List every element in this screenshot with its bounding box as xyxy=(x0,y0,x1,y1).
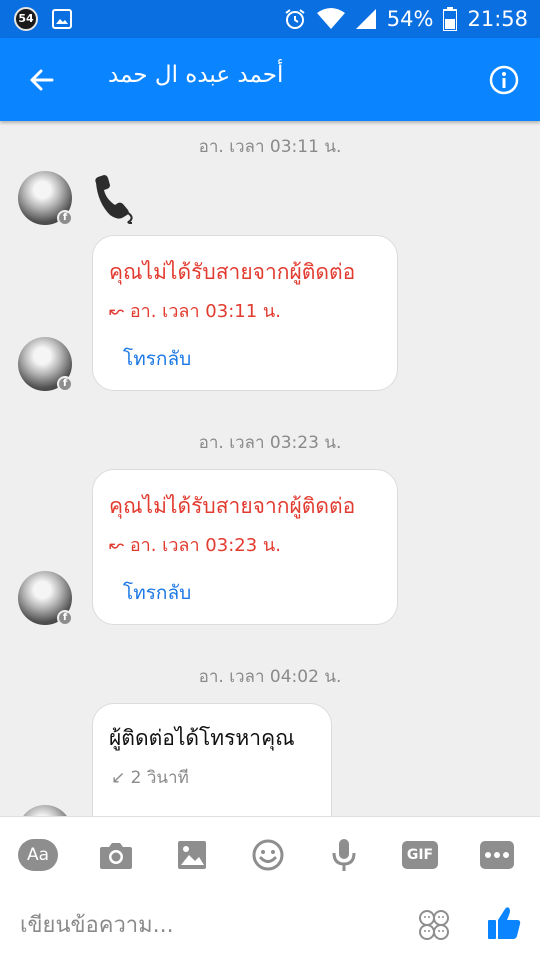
missed-call-title: คุณไม่ได้รับสายจากผู้ติดต่อ xyxy=(109,494,356,518)
timestamp-divider: อา. เวลา 04:02 น. xyxy=(198,667,342,687)
notification-badge: 54 xyxy=(14,7,38,31)
text-format-button[interactable]: Aa xyxy=(18,839,58,871)
incoming-call-title: ผู้ติดต่อได้โทรหาคุณ xyxy=(109,726,295,750)
missed-call-time: อา. เวลา 03:23 น. xyxy=(129,535,281,556)
microphone-icon[interactable] xyxy=(324,837,364,873)
avatar[interactable]: f xyxy=(18,337,73,392)
info-icon[interactable] xyxy=(488,64,520,96)
incoming-arrow-icon: ↙ xyxy=(111,768,131,788)
call-duration-row: ↙ 2 วินาที xyxy=(111,764,189,791)
status-bar: 54 54% 21:58 xyxy=(0,0,540,38)
clock: 21:58 xyxy=(467,7,528,31)
conversation-header: أحمد عبده ال حمد xyxy=(0,38,540,121)
missed-call-bubble[interactable]: คุณไม่ได้รับสายจากผู้ติดต่อ ↜ อา. เวลา 0… xyxy=(92,235,398,391)
incoming-call-bubble[interactable]: ผู้ติดต่อได้โทรหาคุณ ↙ 2 วินาที xyxy=(92,703,332,816)
facebook-badge-icon: f xyxy=(57,610,73,626)
missed-call-arrow-icon: ↜ xyxy=(109,535,130,556)
timestamp-divider: อา. เวลา 03:11 น. xyxy=(198,137,342,157)
message-input[interactable] xyxy=(20,905,380,945)
missed-call-title: คุณไม่ได้รับสายจากผู้ติดต่อ xyxy=(109,260,356,284)
call-back-button[interactable]: โทรกลับ xyxy=(123,578,191,608)
composer-bar: Aa GIF xyxy=(0,816,540,961)
missed-call-arrow-icon: ↜ xyxy=(109,301,130,322)
missed-call-time-row: ↜ อา. เวลา 03:23 น. xyxy=(109,530,281,559)
missed-call-time: อา. เวลา 03:11 น. xyxy=(129,301,281,322)
battery-percent: 54% xyxy=(386,7,434,31)
missed-call-bubble[interactable]: คุณไม่ได้รับสายจากผู้ติดต่อ ↜ อา. เวลา 0… xyxy=(92,469,398,625)
arrow-left-icon[interactable] xyxy=(22,60,62,100)
avatar[interactable]: f xyxy=(18,805,72,816)
call-back-button[interactable]: โทรกลับ xyxy=(123,344,191,374)
camera-icon[interactable] xyxy=(96,837,136,873)
gif-button[interactable]: GIF xyxy=(402,841,438,869)
sticker-emoji-icon[interactable] xyxy=(416,907,452,943)
more-dots-icon xyxy=(485,852,509,858)
avatar[interactable]: f xyxy=(18,571,73,626)
facebook-badge-icon: f xyxy=(57,210,73,226)
thumbs-up-icon[interactable] xyxy=(486,905,522,941)
alarm-icon xyxy=(285,9,305,29)
wifi-icon xyxy=(316,8,345,29)
avatar[interactable]: f xyxy=(18,171,73,226)
contact-name[interactable]: أحمد عبده ال حمد xyxy=(108,62,283,88)
timestamp-divider: อา. เวลา 03:23 น. xyxy=(198,433,342,453)
facebook-badge-icon: f xyxy=(57,376,73,392)
signal-icon xyxy=(355,9,376,29)
more-options-button[interactable] xyxy=(480,841,514,869)
phone-handset-icon xyxy=(95,175,133,224)
message-list[interactable]: อา. เวลา 03:11 น. f f คุณไม่ได้รับสายจาก… xyxy=(0,121,540,816)
emoji-icon[interactable] xyxy=(248,837,288,873)
gallery-notification-icon xyxy=(52,9,72,29)
gallery-icon[interactable] xyxy=(172,837,212,873)
missed-call-time-row: ↜ อา. เวลา 03:11 น. xyxy=(109,296,281,325)
call-duration: 2 วินาที xyxy=(130,768,189,788)
battery-icon xyxy=(443,7,458,31)
